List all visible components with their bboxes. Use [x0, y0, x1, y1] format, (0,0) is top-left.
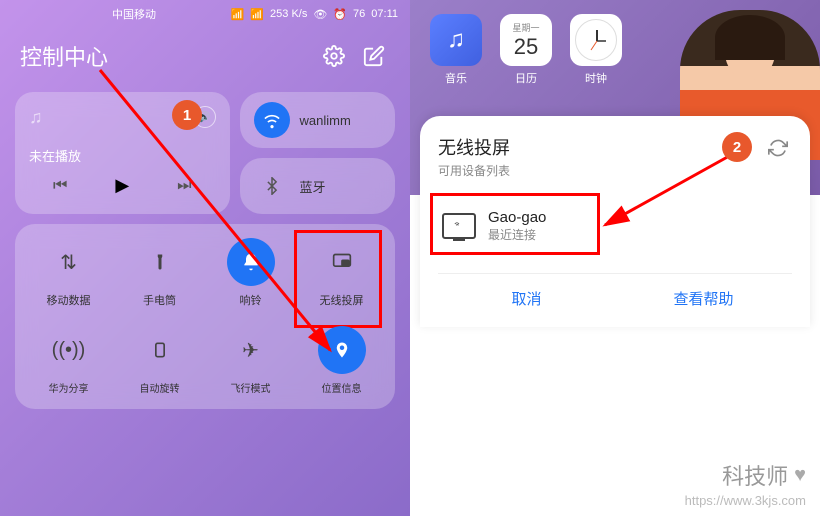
carrier: 中国移动 — [112, 6, 156, 22]
app-music[interactable]: ♫ 音乐 — [430, 14, 482, 86]
flashlight-icon — [136, 238, 184, 286]
step-badge-2: 2 — [722, 132, 752, 162]
next-button[interactable]: ⏭ — [177, 177, 191, 195]
home-apps: ♫ 音乐 星期一 25 日历 时钟 — [430, 14, 622, 86]
bell-icon — [227, 238, 275, 286]
tile-wireless-cast[interactable]: 无线投屏 — [298, 238, 385, 308]
heart-icon: ♥ — [794, 464, 806, 487]
refresh-icon — [768, 138, 788, 158]
prev-button[interactable]: ⏮ — [53, 177, 67, 195]
location-icon — [318, 326, 366, 374]
step-badge-1: 1 — [172, 100, 202, 130]
settings-button[interactable] — [318, 40, 350, 72]
wifi-toggle[interactable]: wanlimm — [240, 92, 395, 148]
wifi-icon — [254, 102, 290, 138]
edit-button[interactable] — [358, 40, 390, 72]
bluetooth-toggle[interactable]: 蓝牙 — [240, 158, 395, 214]
play-button[interactable]: ▶ — [115, 175, 129, 196]
page-title: 控制中心 — [20, 40, 310, 72]
device-name: Gao-gao — [488, 209, 546, 226]
refresh-button[interactable] — [764, 134, 792, 162]
app-clock[interactable]: 时钟 — [570, 14, 622, 86]
clock-app-icon — [570, 14, 622, 66]
airplane-icon: ✈ — [227, 326, 275, 374]
cancel-button[interactable]: 取消 — [438, 288, 615, 309]
watermark: 科技师♥ https://www.3kjs.com — [685, 459, 806, 508]
time: 07:11 — [371, 8, 398, 20]
tile-rotate[interactable]: 自动旋转 — [116, 326, 203, 395]
bluetooth-icon — [254, 168, 290, 204]
cast-title: 无线投屏 — [438, 134, 510, 160]
rotate-icon — [136, 326, 184, 374]
tv-icon — [442, 213, 476, 239]
phone-right: ♫ 音乐 星期一 25 日历 时钟 — [410, 0, 820, 516]
device-row[interactable]: Gao-gao 最近连接 — [438, 199, 792, 253]
cast-subtitle: 可用设备列表 — [438, 162, 510, 179]
edit-icon — [363, 45, 385, 67]
tile-share[interactable]: ((•)) 华为分享 — [25, 326, 112, 395]
music-icon: ♫ — [29, 107, 43, 128]
help-button[interactable]: 查看帮助 — [615, 288, 792, 309]
wifi-label: wanlimm — [300, 113, 351, 128]
mobile-data-icon: ⇅ — [45, 238, 93, 286]
calendar-app-icon: 星期一 25 — [500, 14, 552, 66]
battery: 76 — [353, 8, 365, 20]
bluetooth-label: 蓝牙 — [300, 177, 326, 196]
alarm-icon: ⏰ — [333, 8, 347, 21]
net-speed: 253 K/s — [270, 8, 307, 20]
tile-flashlight[interactable]: 手电筒 — [116, 238, 203, 308]
tile-location[interactable]: 位置信息 — [298, 326, 385, 395]
signal-icon: 📶 — [231, 8, 245, 21]
media-status: 未在播放 — [29, 146, 216, 165]
quick-tiles: ⇅ 移动数据 手电筒 响铃 无线投屏 — [15, 224, 395, 409]
cast-icon — [318, 238, 366, 286]
tile-airplane[interactable]: ✈ 飞行模式 — [207, 326, 294, 395]
phone-left: 中国移动 📶 📶 253 K/s 👁 ⏰ 76 07:11 控制中心 1 ♫ � — [0, 0, 410, 516]
share-icon: ((•)) — [45, 326, 93, 374]
wifi-icon: 📶 — [250, 8, 264, 21]
eye-icon: 👁 — [313, 8, 327, 21]
device-status: 最近连接 — [488, 226, 546, 243]
tile-mobile-data[interactable]: ⇅ 移动数据 — [25, 238, 112, 308]
app-calendar[interactable]: 星期一 25 日历 — [500, 14, 552, 86]
music-app-icon: ♫ — [430, 14, 482, 66]
gear-icon — [323, 45, 345, 67]
tile-ringer[interactable]: 响铃 — [207, 238, 294, 308]
cast-panel: 无线投屏 可用设备列表 2 Gao-gao 最近连接 取消 — [420, 116, 810, 327]
header: 控制中心 — [0, 28, 410, 84]
status-bar: 中国移动 📶 📶 253 K/s 👁 ⏰ 76 07:11 — [0, 0, 410, 28]
